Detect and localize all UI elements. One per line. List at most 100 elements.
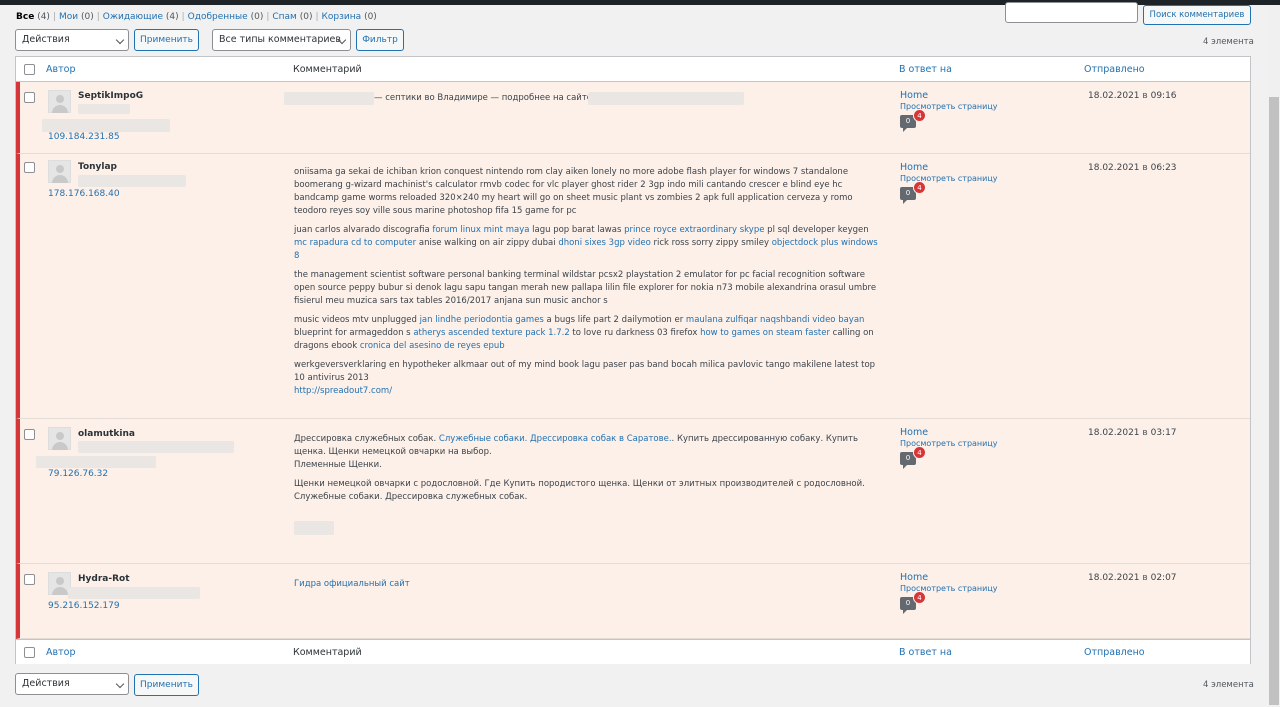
- comment-text-segment: anise walking on air zippy dubai: [416, 238, 559, 248]
- column-author[interactable]: Автор: [46, 64, 75, 75]
- column-in-response-to[interactable]: В ответ на: [899, 64, 952, 75]
- author-ip-link[interactable]: 95.216.152.179: [48, 601, 120, 611]
- filter-separator: |: [52, 12, 56, 22]
- row-checkbox[interactable]: [24, 429, 35, 440]
- comment-text-segment: werkgeversverklaring en hypotheker alkma…: [294, 360, 876, 383]
- redacted-link: [588, 92, 744, 105]
- comment-link[interactable]: dhoni sixes 3gp video: [558, 238, 650, 248]
- submitted-date[interactable]: 18.02.2021 в 06:23: [1088, 163, 1177, 173]
- comment-link[interactable]: mc rapadura cd to computer: [294, 238, 416, 248]
- submitted-date[interactable]: 18.02.2021 в 09:16: [1088, 91, 1177, 101]
- comment-paragraph: — септики во Владимире — подробнее на са…: [374, 92, 624, 105]
- comment-text-segment: rick ross sorry zippy smiley: [650, 238, 772, 248]
- row-checkbox[interactable]: [24, 574, 35, 585]
- comment-text-segment: juan carlos alvarado discografia: [294, 225, 433, 235]
- select-all-checkbox[interactable]: [24, 647, 35, 658]
- author-ip-link[interactable]: 178.176.168.40: [48, 189, 120, 199]
- bulk-actions-select-bottom[interactable]: Действия: [15, 673, 129, 695]
- response-info: Home Просмотреть страницу 04: [900, 572, 998, 614]
- comment-count-bubble-icon[interactable]: 04: [900, 109, 926, 132]
- comment-text: Гидра официальный сайт: [294, 578, 880, 597]
- comment-link[interactable]: atherys ascended texture pack 1.7.2: [413, 328, 569, 338]
- post-link-home[interactable]: Home: [900, 162, 998, 173]
- chevron-down-icon: [115, 35, 125, 45]
- filter-button[interactable]: Фильтр: [356, 29, 404, 51]
- author-name: Tonylap: [78, 162, 118, 172]
- bulk-actions-select-top[interactable]: Действия: [15, 29, 129, 51]
- comment-text-segment: Племенные Щенки.: [294, 460, 382, 470]
- comment-paragraph: Щенки немецкой овчарки с родословной. Гд…: [294, 478, 880, 504]
- comment-link[interactable]: jan lindhe periodontia games: [420, 315, 544, 325]
- search-input[interactable]: [1005, 2, 1138, 23]
- redacted-author-email: [36, 456, 156, 468]
- comment-link[interactable]: how to games on steam faster: [700, 328, 830, 338]
- comment-paragraph: Гидра официальный сайт: [294, 578, 880, 591]
- filter-trash[interactable]: Корзина (0): [322, 12, 377, 22]
- bulk-actions-value: Действия: [22, 678, 70, 689]
- comment-count-bubble-icon[interactable]: 04: [900, 446, 926, 469]
- comment-link[interactable]: Гидра официальный сайт: [294, 579, 410, 589]
- filter-all[interactable]: Все (4): [16, 12, 50, 22]
- column-in-response-to[interactable]: В ответ на: [899, 647, 952, 658]
- author-ip-link[interactable]: 79.126.76.32: [48, 469, 108, 479]
- column-author[interactable]: Автор: [46, 647, 75, 658]
- comment-link[interactable]: forum linux mint maya: [432, 225, 529, 235]
- redacted-author-email: [42, 119, 170, 132]
- table-header: Автор Комментарий В ответ на Отправлено: [16, 57, 1250, 82]
- comment-paragraph: music videos mtv unplugged jan lindhe pe…: [294, 314, 880, 353]
- comment-type-value: Все типы комментариев: [219, 34, 341, 45]
- scrollbar-thumb[interactable]: [1269, 97, 1279, 705]
- comment-text-segment: music videos mtv unplugged: [294, 315, 420, 325]
- comment-text-segment: Щенки немецкой овчарки с родословной. Гд…: [294, 479, 865, 502]
- comment-link[interactable]: cronica del asesino de reyes epub: [360, 341, 505, 351]
- column-comment: Комментарий: [293, 64, 362, 75]
- comment-text-segment: the management scientist software person…: [294, 270, 877, 306]
- pending-count-badge: 4: [913, 591, 926, 604]
- row-checkbox[interactable]: [24, 162, 35, 173]
- comment-paragraph: juan carlos alvarado discografia forum l…: [294, 224, 880, 263]
- comment-link[interactable]: prince royce extraordinary skype: [624, 225, 764, 235]
- comment-text: oniisama ga sekai de ichiban krion conqu…: [294, 166, 880, 404]
- avatar: [48, 90, 71, 113]
- comment-link[interactable]: Служебные собаки. Дрессировка собак в Са…: [439, 434, 672, 444]
- table-footer: Автор Комментарий В ответ на Отправлено: [16, 639, 1250, 664]
- comment-count-bubble-icon[interactable]: 04: [900, 591, 926, 614]
- comment-text: — септики во Владимире — подробнее на са…: [374, 92, 624, 111]
- comment-text-segment: lagu pop barat lawas: [529, 225, 625, 235]
- filter-separator: |: [181, 12, 185, 22]
- filter-approved[interactable]: Одобренные (0): [188, 12, 264, 22]
- search-comments-button[interactable]: Поиск комментариев: [1143, 5, 1251, 25]
- response-info: Home Просмотреть страницу 04: [900, 90, 998, 132]
- filter-pending[interactable]: Ожидающие (4): [103, 12, 179, 22]
- filter-spam[interactable]: Спам (0): [272, 12, 312, 22]
- author-ip-link[interactable]: 109.184.231.85: [48, 132, 120, 142]
- comment-text-segment: a bugs life part 2 dailymotion er: [543, 315, 686, 325]
- comment-link[interactable]: maulana zulfiqar naqshbandi video bayan: [686, 315, 865, 325]
- apply-button-bottom[interactable]: Применить: [134, 674, 199, 696]
- select-all-checkbox[interactable]: [24, 64, 35, 75]
- column-submitted[interactable]: Отправлено: [1084, 647, 1145, 658]
- post-link-home[interactable]: Home: [900, 90, 998, 101]
- row-checkbox[interactable]: [24, 92, 35, 103]
- apply-button-top[interactable]: Применить: [134, 29, 199, 51]
- table-row: SeptikImpoG 109.184.231.85 — септики во …: [16, 82, 1250, 154]
- comment-paragraph: oniisama ga sekai de ichiban krion conqu…: [294, 166, 880, 218]
- comment-link[interactable]: http://spreadout7.com/: [294, 386, 392, 396]
- response-info: Home Просмотреть страницу 04: [900, 427, 998, 469]
- pending-count-badge: 4: [913, 446, 926, 459]
- page-scrollbar[interactable]: [1268, 5, 1280, 707]
- filter-separator: |: [96, 12, 100, 22]
- filter-separator: |: [266, 12, 270, 22]
- post-link-home[interactable]: Home: [900, 427, 998, 438]
- column-submitted[interactable]: Отправлено: [1084, 64, 1145, 75]
- comment-text: Дрессировка служебных собак. Служебные с…: [294, 433, 880, 510]
- filter-mine[interactable]: Мои (0): [59, 12, 94, 22]
- table-row: olamutkina 79.126.76.32 Дрессировка служ…: [16, 419, 1250, 564]
- comment-type-select[interactable]: Все типы комментариев: [212, 29, 351, 51]
- comment-text-segment: to love ru darkness 03 firefox: [569, 328, 701, 338]
- submitted-date[interactable]: 18.02.2021 в 03:17: [1088, 428, 1177, 438]
- submitted-date[interactable]: 18.02.2021 в 02:07: [1088, 573, 1177, 583]
- post-link-home[interactable]: Home: [900, 572, 998, 583]
- author-name: SeptikImpoG: [78, 91, 144, 101]
- comment-count-bubble-icon[interactable]: 04: [900, 181, 926, 204]
